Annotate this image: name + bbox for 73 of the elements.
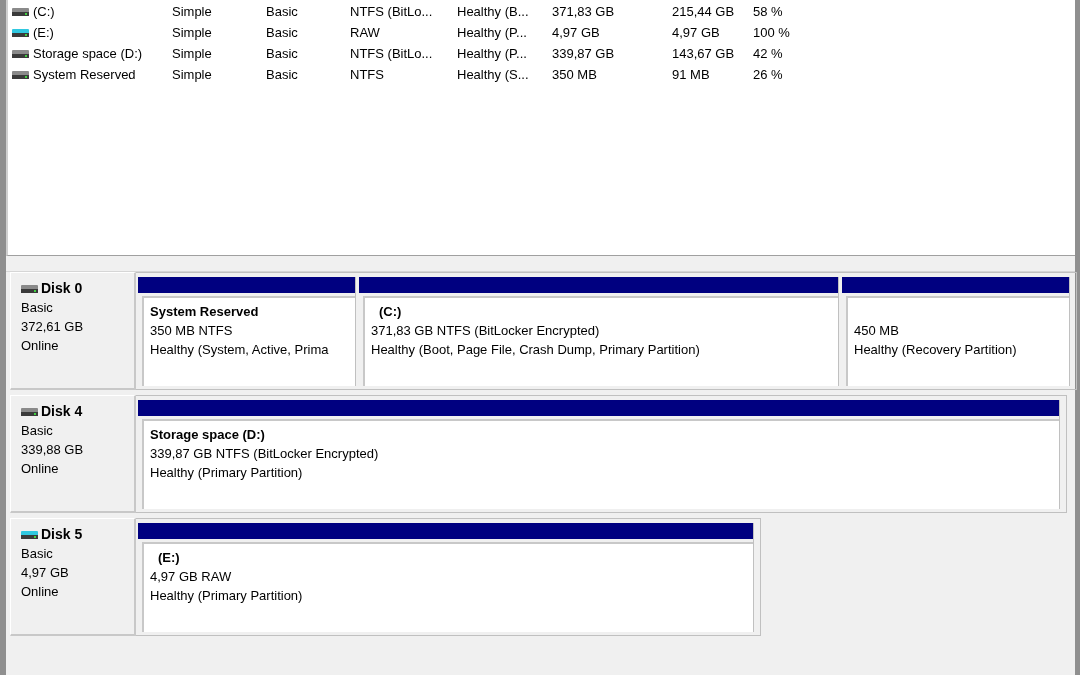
disk-size: 339,88 GB <box>21 441 85 459</box>
partition-block[interactable]: Storage space (D:) 339,87 GB NTFS (BitLocker Encrypted) Healthy (Primary Partition) <box>142 419 1059 509</box>
partition-name: Storage space (D:) <box>150 427 265 442</box>
partition-block[interactable]: System Reserved 350 MB NTFS Healthy (System, Active, Prima <box>142 296 355 386</box>
partition-details: 371,83 GB NTFS (BitLocker Encrypted) <box>371 322 601 340</box>
table-cell-text: 58 % <box>753 4 784 19</box>
table-cell-text: 4,97 GB <box>552 25 601 40</box>
table-cell-text: Simple <box>172 67 213 82</box>
drive-icon <box>12 7 29 16</box>
volume-name[interactable]: (E:) <box>33 25 54 40</box>
volume-name[interactable]: (C:) <box>33 4 55 19</box>
partition-status: Healthy (Primary Partition) <box>150 464 304 482</box>
table-cell-text: 91 MB <box>672 67 711 82</box>
partition-status: Healthy (System, Active, Prima <box>150 341 330 359</box>
disk-label[interactable]: Disk 4 Basic 339,88 GB Online <box>10 395 136 513</box>
table-cell-text: Healthy (P... <box>457 46 528 61</box>
drive-icon <box>21 530 38 539</box>
table-cell-text: 26 % <box>753 67 784 82</box>
disk-status: Online <box>21 337 60 355</box>
disk-type: Basic <box>21 545 54 563</box>
drive-icon <box>12 28 29 37</box>
table-cell-text: NTFS (BitLo... <box>350 4 434 19</box>
partition-details: 339,87 GB NTFS (BitLocker Encrypted) <box>150 445 380 463</box>
partition-name: (E:) <box>158 550 180 565</box>
table-cell-text: Simple <box>172 4 213 19</box>
table-cell-text: 371,83 GB <box>552 4 616 19</box>
disk-label[interactable]: Disk 5 Basic 4,97 GB Online <box>10 518 136 636</box>
disk-name: Disk 0 <box>41 279 83 298</box>
drive-icon <box>12 49 29 58</box>
partition-details: 450 MB <box>854 322 900 340</box>
disk-size: 4,97 GB <box>21 564 70 582</box>
partition-name: System Reserved <box>150 304 259 319</box>
disk-type: Basic <box>21 422 54 440</box>
partition-block[interactable]: (E:) 4,97 GB RAW Healthy (Primary Partition) <box>142 542 753 632</box>
table-cell-text: 350 MB <box>552 67 598 82</box>
table-cell-text: Simple <box>172 46 213 61</box>
table-cell-text: Basic <box>266 4 299 19</box>
partition-status: Healthy (Boot, Page File, Crash Dump, Primary Partition) <box>371 341 701 359</box>
disk-status: Online <box>21 583 60 601</box>
partition-block[interactable]: 450 MB Healthy (Recovery Partition) <box>846 296 1069 386</box>
partition-details: 350 MB NTFS <box>150 322 234 340</box>
table-cell-text: Healthy (B... <box>457 4 530 19</box>
table-cell-text: RAW <box>350 25 381 40</box>
table-cell-text: 4,97 GB <box>672 25 721 40</box>
drive-icon <box>12 70 29 79</box>
disk-label[interactable]: Disk 0 Basic 372,61 GB Online <box>10 272 136 390</box>
table-cell-text: Healthy (P... <box>457 25 528 40</box>
table-cell-text: 215,44 GB <box>672 4 736 19</box>
partition-details: 4,97 GB RAW <box>150 568 233 586</box>
volume-name[interactable]: System Reserved <box>33 67 136 82</box>
disk-size: 372,61 GB <box>21 318 85 336</box>
table-cell-text: Simple <box>172 25 213 40</box>
table-cell-text: NTFS <box>350 67 385 82</box>
table-cell-text: Healthy (S... <box>457 67 530 82</box>
table-cell-text: 100 % <box>753 25 791 40</box>
partition-status: Healthy (Primary Partition) <box>150 587 304 605</box>
table-cell-text: 42 % <box>753 46 784 61</box>
table-cell-text: Basic <box>266 67 299 82</box>
table-cell-text: 143,67 GB <box>672 46 736 61</box>
partition-block[interactable]: (C:) 371,83 GB NTFS (BitLocker Encrypted) Healthy (Boot, Page File, Crash Dump, Primary Partition) <box>363 296 838 386</box>
table-cell-text: Basic <box>266 25 299 40</box>
table-cell-text: 339,87 GB <box>552 46 616 61</box>
drive-icon <box>21 284 38 293</box>
volume-name[interactable]: Storage space (D:) <box>33 46 143 61</box>
drive-icon <box>21 407 38 416</box>
disk-name: Disk 4 <box>41 402 83 421</box>
disk-name: Disk 5 <box>41 525 83 544</box>
partition-status: Healthy (Recovery Partition) <box>854 341 1018 359</box>
table-cell-text: NTFS (BitLo... <box>350 46 434 61</box>
table-cell-text: Basic <box>266 46 299 61</box>
partition-name: (C:) <box>379 304 402 319</box>
disk-type: Basic <box>21 299 54 317</box>
disk-status: Online <box>21 460 60 478</box>
